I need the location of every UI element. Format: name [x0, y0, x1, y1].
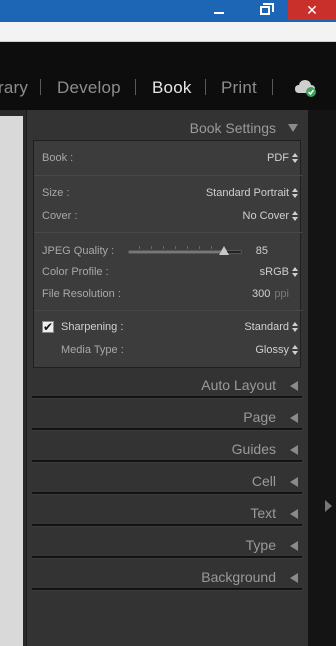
book-settings-title: Book Settings [189, 120, 276, 136]
book-type-value[interactable]: PDF [267, 152, 289, 164]
section-divider [32, 492, 302, 495]
book-settings-header[interactable]: Book Settings [32, 116, 302, 140]
book-type-row[interactable]: Book : PDF [34, 148, 302, 168]
section-title: Text [250, 505, 276, 521]
updown-arrows-icon [292, 345, 298, 356]
sharpening-checkbox[interactable]: ✔ [42, 321, 54, 333]
section-text[interactable]: Text [32, 501, 302, 525]
expand-triangle-icon [290, 509, 298, 519]
module-develop[interactable]: Develop [57, 78, 121, 98]
section-title: Type [245, 537, 276, 553]
module-book[interactable]: Book [152, 78, 192, 98]
section-divider [32, 524, 302, 527]
expand-triangle-icon [290, 477, 298, 487]
window-titlebar: ✕ [0, 0, 336, 22]
module-separator [272, 79, 273, 95]
section-background[interactable]: Background [32, 565, 302, 589]
menu-strip [0, 22, 336, 42]
expand-triangle-icon [290, 573, 298, 583]
divider [34, 310, 302, 311]
divider [34, 232, 302, 233]
section-title: Auto Layout [201, 377, 276, 393]
section-guides[interactable]: Guides [32, 437, 302, 461]
slider-fill [129, 251, 224, 253]
file-resolution-value[interactable]: 300 ppi [252, 288, 289, 300]
expand-triangle-icon [290, 381, 298, 391]
media-type-row[interactable]: Media Type : Glossy [34, 340, 302, 360]
slider-tick [139, 246, 140, 249]
jpeg-quality-label: JPEG Quality : [42, 245, 115, 257]
file-resolution-row: File Resolution : 300 ppi [34, 284, 302, 304]
cover-row[interactable]: Cover : No Cover [34, 206, 302, 226]
section-page[interactable]: Page [32, 405, 302, 429]
section-title: Guides [231, 441, 276, 457]
section-type[interactable]: Type [32, 533, 302, 557]
slider-tick [163, 246, 164, 249]
restore-button[interactable] [242, 0, 288, 20]
media-type-label: Media Type : [61, 344, 124, 356]
slider-tick [199, 246, 200, 249]
slider-thumb[interactable] [219, 246, 229, 255]
media-type-value[interactable]: Glossy [255, 344, 289, 356]
expand-triangle-icon [290, 413, 298, 423]
updown-arrows-icon [292, 322, 298, 333]
section-divider [32, 428, 302, 431]
updown-arrows-icon [292, 211, 298, 222]
module-separator [135, 79, 136, 95]
restore-icon [260, 2, 274, 15]
sharpening-row[interactable]: ✔ Sharpening : Standard [34, 317, 302, 337]
expand-triangle-icon [290, 541, 298, 551]
file-resolution-label: File Resolution : [42, 288, 121, 300]
right-panel-edge [308, 110, 336, 646]
book-type-label: Book : [42, 152, 74, 164]
close-button[interactable]: ✕ [288, 0, 336, 20]
module-print[interactable]: Print [221, 78, 257, 98]
section-divider [32, 460, 302, 463]
jpeg-quality-row: JPEG Quality : 85 [34, 241, 302, 261]
minimize-button[interactable] [196, 0, 242, 20]
updown-arrows-icon [292, 267, 298, 278]
sharpening-label: Sharpening : [61, 321, 124, 333]
jpeg-quality-slider[interactable] [128, 246, 242, 255]
section-divider [32, 396, 302, 399]
minimize-icon [214, 12, 224, 14]
updown-arrows-icon [292, 153, 298, 164]
book-settings-panel: Book : PDF Size : Standard Portrait Cove… [33, 140, 302, 368]
module-separator [40, 79, 41, 95]
color-profile-label: Color Profile : [42, 266, 109, 278]
slider-tick [175, 246, 176, 249]
module-picker: rary Develop Book Print [0, 42, 336, 110]
section-title: Cell [251, 473, 276, 489]
cloud-sync-icon[interactable] [294, 78, 318, 98]
size-value[interactable]: Standard Portrait [206, 187, 289, 199]
section-title: Background [201, 569, 276, 585]
section-auto-layout[interactable]: Auto Layout [32, 373, 302, 397]
panel-toggle-arrow-icon[interactable] [325, 500, 332, 512]
section-divider [32, 588, 302, 591]
sharpening-value[interactable]: Standard [244, 321, 289, 333]
slider-tick [151, 246, 152, 249]
jpeg-quality-value[interactable]: 85 [256, 245, 268, 257]
updown-arrows-icon [292, 188, 298, 199]
book-page-preview[interactable] [0, 116, 23, 646]
slider-tick [211, 246, 212, 249]
file-resolution-unit: ppi [274, 288, 289, 300]
close-icon: ✕ [306, 1, 318, 18]
expand-triangle-icon [290, 445, 298, 455]
section-cell[interactable]: Cell [32, 469, 302, 493]
color-profile-value[interactable]: sRGB [260, 266, 289, 278]
size-label: Size : [42, 187, 70, 199]
section-divider [32, 556, 302, 559]
module-library[interactable]: rary [0, 78, 28, 98]
color-profile-row[interactable]: Color Profile : sRGB [34, 262, 302, 282]
cover-label: Cover : [42, 210, 78, 222]
file-resolution-number[interactable]: 300 [252, 288, 270, 300]
size-row[interactable]: Size : Standard Portrait [34, 183, 302, 203]
slider-tick [187, 246, 188, 249]
module-separator [205, 79, 206, 95]
divider [34, 175, 302, 176]
collapse-triangle-icon [288, 124, 298, 132]
cover-value[interactable]: No Cover [243, 210, 289, 222]
section-title: Page [243, 409, 276, 425]
